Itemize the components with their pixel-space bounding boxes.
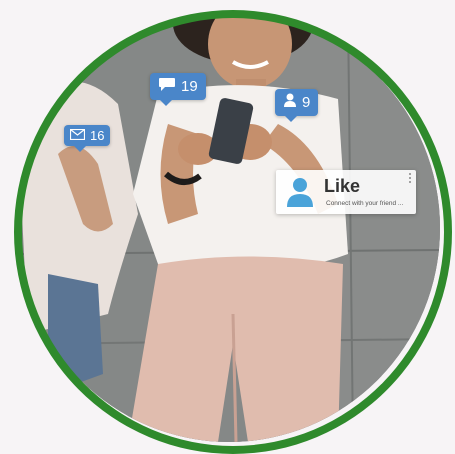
mail-count: 16 [90, 128, 105, 143]
user-silhouette-icon [286, 177, 314, 212]
mail-badge[interactable]: 16 [64, 125, 111, 152]
user-icon [283, 93, 297, 112]
like-title: Like [324, 176, 361, 196]
messages-count: 19 [181, 78, 198, 95]
speech-bubble-icon [158, 77, 176, 96]
like-card[interactable]: Like Connect with your friend ... [276, 170, 416, 214]
like-subtitle: Connect with your friend ... [326, 200, 404, 207]
stage: 19 9 16 Like Connect with your friend ..… [0, 0, 455, 454]
users-count: 9 [302, 94, 311, 111]
photo-scene [18, 14, 440, 442]
users-badge[interactable]: 9 [275, 89, 319, 122]
envelope-icon [69, 128, 86, 143]
photo-circle [18, 14, 440, 442]
more-options-icon[interactable] [409, 173, 412, 185]
messages-badge[interactable]: 19 [150, 73, 206, 106]
